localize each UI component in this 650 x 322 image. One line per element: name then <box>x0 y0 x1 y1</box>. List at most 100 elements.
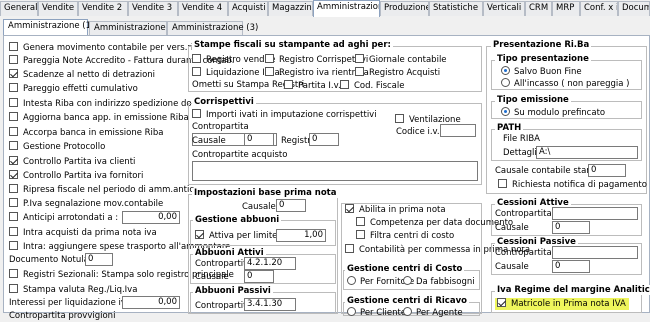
checkbox[interactable] <box>498 179 507 188</box>
corrispettivi-causale-input[interactable]: 0 <box>244 133 274 146</box>
checkbox[interactable] <box>345 244 354 253</box>
opt-registro-iva-rientrata[interactable]: Registro iva rientrata <box>265 67 369 79</box>
tab-conf-invio-mail[interactable]: Conf. x invio mail <box>580 1 618 16</box>
opt-partita-iva[interactable]: Partita I.v.a <box>284 80 346 92</box>
opt-attiva-limite[interactable]: Attiva per limite di <box>195 230 288 242</box>
opt-scadenze-netto[interactable]: Scadenze al netto di detrazioni <box>9 69 155 81</box>
tab-magazzino[interactable]: Magazzino <box>268 1 313 16</box>
checkbox-checked[interactable] <box>345 204 354 213</box>
dettagli-input[interactable]: A:\ <box>536 146 638 159</box>
tab-vendite-4[interactable]: Vendite 4 <box>178 1 228 16</box>
abbuoni-attivi-contropartita-input[interactable]: 4.2.1.20 <box>244 257 296 270</box>
cessioni-passive-contropartita-input[interactable] <box>552 246 638 259</box>
cessioni-attive-contropartita-input[interactable] <box>552 207 638 220</box>
checkbox[interactable] <box>9 184 18 193</box>
checkbox[interactable] <box>265 54 274 63</box>
radio[interactable] <box>501 78 510 87</box>
checkbox[interactable] <box>9 55 18 64</box>
radio-da-fabbisogni[interactable]: Da fabbisogni <box>403 276 475 288</box>
radio-per-cliente[interactable]: Per Cliente <box>347 307 406 319</box>
opt-aggiorna-banca[interactable]: Aggiorna banca app. in emissione Riba <box>9 112 189 124</box>
checkbox-checked[interactable] <box>9 170 18 179</box>
subtab-amministrazione-1[interactable]: Amministrazione (1) <box>3 19 94 36</box>
tab-generale[interactable]: Generale <box>0 1 38 16</box>
checkbox[interactable] <box>9 284 18 293</box>
opt-abilita-prima-nota[interactable]: Abilita in prima nota <box>345 204 446 216</box>
checkbox[interactable] <box>192 54 201 63</box>
tab-vendite-3[interactable]: Vendite 3 <box>128 1 178 16</box>
causale-standard-input[interactable]: 0 <box>588 164 626 177</box>
documento-notula-input[interactable]: 0 <box>85 253 113 266</box>
tab-acquisti[interactable]: Acquisti <box>228 1 268 16</box>
opt-controllo-piva-clienti[interactable]: Controllo Partita iva clienti <box>9 156 135 168</box>
checkbox-checked[interactable] <box>9 156 18 165</box>
tab-produzione[interactable]: Produzione <box>380 1 429 16</box>
radio[interactable] <box>403 276 412 285</box>
anticipi-input[interactable]: 0,00 <box>122 211 180 224</box>
radio[interactable] <box>403 307 412 316</box>
checkbox-checked[interactable] <box>497 298 506 307</box>
cessioni-passive-causale-input[interactable]: 0 <box>552 260 590 273</box>
abbuoni-passivi-contropartita-input[interactable]: 3.4.1.30 <box>244 298 296 311</box>
opt-matricole-prima-nota[interactable]: Matricole in Prima nota IVA <box>495 298 629 310</box>
checkbox-checked[interactable] <box>9 69 18 78</box>
opt-ripresa-fiscale[interactable]: Ripresa fiscale nel periodo di amm.antic… <box>9 184 197 196</box>
subtab-amministrazione-3[interactable]: Amministrazione (3) <box>167 21 258 36</box>
opt-gestione-protocollo[interactable]: Gestione Protocollo <box>9 141 105 153</box>
contropartite-acquisto-input[interactable] <box>192 161 478 181</box>
opt-controllo-piva-fornitori[interactable]: Controllo Partita iva fornitori <box>9 170 143 182</box>
checkbox[interactable] <box>9 112 18 121</box>
checkbox[interactable] <box>265 67 274 76</box>
checkbox[interactable] <box>356 217 365 226</box>
checkbox[interactable] <box>9 198 18 207</box>
checkbox[interactable] <box>9 212 18 221</box>
opt-intra-acquisti[interactable]: Intra acquisti da prima nota iva <box>9 227 157 239</box>
opt-registro-vendite[interactable]: Registro vendite <box>192 54 275 66</box>
opt-giornale-contabile[interactable]: Giornale contabile <box>355 54 447 66</box>
opt-registro-corrispettivi[interactable]: Registro Corrispettivi <box>265 54 368 66</box>
tab-amministrazione[interactable]: Amministrazione <box>313 0 380 17</box>
radio-su-modulo[interactable]: Su modulo prefincato <box>501 107 605 119</box>
opt-importi-ivati[interactable]: Importi ivati in imputazione corrispetti… <box>192 109 377 121</box>
opt-stampa-valuta[interactable]: Stampa valuta Reg./Liq.Iva <box>9 284 137 296</box>
cessioni-attive-causale-input[interactable]: 0 <box>552 221 590 234</box>
opt-competenza[interactable]: Competenza per data documento <box>356 217 513 229</box>
opt-richiesta-notifica[interactable]: Richiesta notifica di pagamento <box>498 179 647 191</box>
tab-verticali[interactable]: Verticali <box>483 1 525 16</box>
checkbox-checked[interactable] <box>195 230 204 239</box>
opt-piva-segnalazione[interactable]: P.Iva segnalazione mov.contabile <box>9 198 163 210</box>
radio-selected[interactable] <box>501 107 510 116</box>
radio-per-agente[interactable]: Per Agente <box>403 307 463 319</box>
checkbox[interactable] <box>355 54 364 63</box>
opt-cod-fiscale[interactable]: Cod. Fiscale <box>340 80 404 92</box>
checkbox[interactable] <box>9 241 18 250</box>
checkbox[interactable] <box>340 80 349 89</box>
checkbox[interactable] <box>395 114 404 123</box>
opt-anticipi[interactable]: Anticipi arrotondati a : <box>9 212 118 224</box>
radio-salvo-buon-fine[interactable]: Salvo Buon Fine <box>501 66 582 78</box>
opt-registro-acquisti[interactable]: Registro Acquisti <box>355 67 440 79</box>
checkbox[interactable] <box>9 227 18 236</box>
subtab-amministrazione-2[interactable]: Amministrazione (2) <box>89 21 180 36</box>
radio[interactable] <box>347 307 356 316</box>
impostazioni-causale-input[interactable]: 0 <box>276 199 306 212</box>
checkbox[interactable] <box>9 42 18 51</box>
radio[interactable] <box>347 276 356 285</box>
registro-input[interactable]: 0 <box>309 133 339 146</box>
checkbox[interactable] <box>356 230 365 239</box>
checkbox[interactable] <box>355 67 364 76</box>
checkbox[interactable] <box>284 80 293 89</box>
attiva-limite-input[interactable]: 1,00 <box>276 229 326 242</box>
tab-statistiche[interactable]: Statistiche <box>429 1 483 16</box>
tab-vendite-2[interactable]: Vendite 2 <box>78 1 128 16</box>
checkbox[interactable] <box>192 67 201 76</box>
opt-pareggio-effetti[interactable]: Pareggio effetti cumulativo <box>9 83 138 95</box>
radio-allincasso[interactable]: All'incasso ( non pareggia ) <box>501 78 629 90</box>
interessi-input[interactable]: 0,00 <box>122 296 180 309</box>
tab-mrp[interactable]: MRP <box>552 1 580 16</box>
tab-documenti[interactable]: Documenti in W <box>618 1 650 16</box>
abbuoni-attivi-causale-input[interactable]: 0 <box>244 270 274 283</box>
opt-accorpa-banca[interactable]: Accorpa banca in emissione Riba <box>9 127 164 139</box>
codice-iva-input[interactable] <box>440 124 476 137</box>
checkbox[interactable] <box>9 141 18 150</box>
